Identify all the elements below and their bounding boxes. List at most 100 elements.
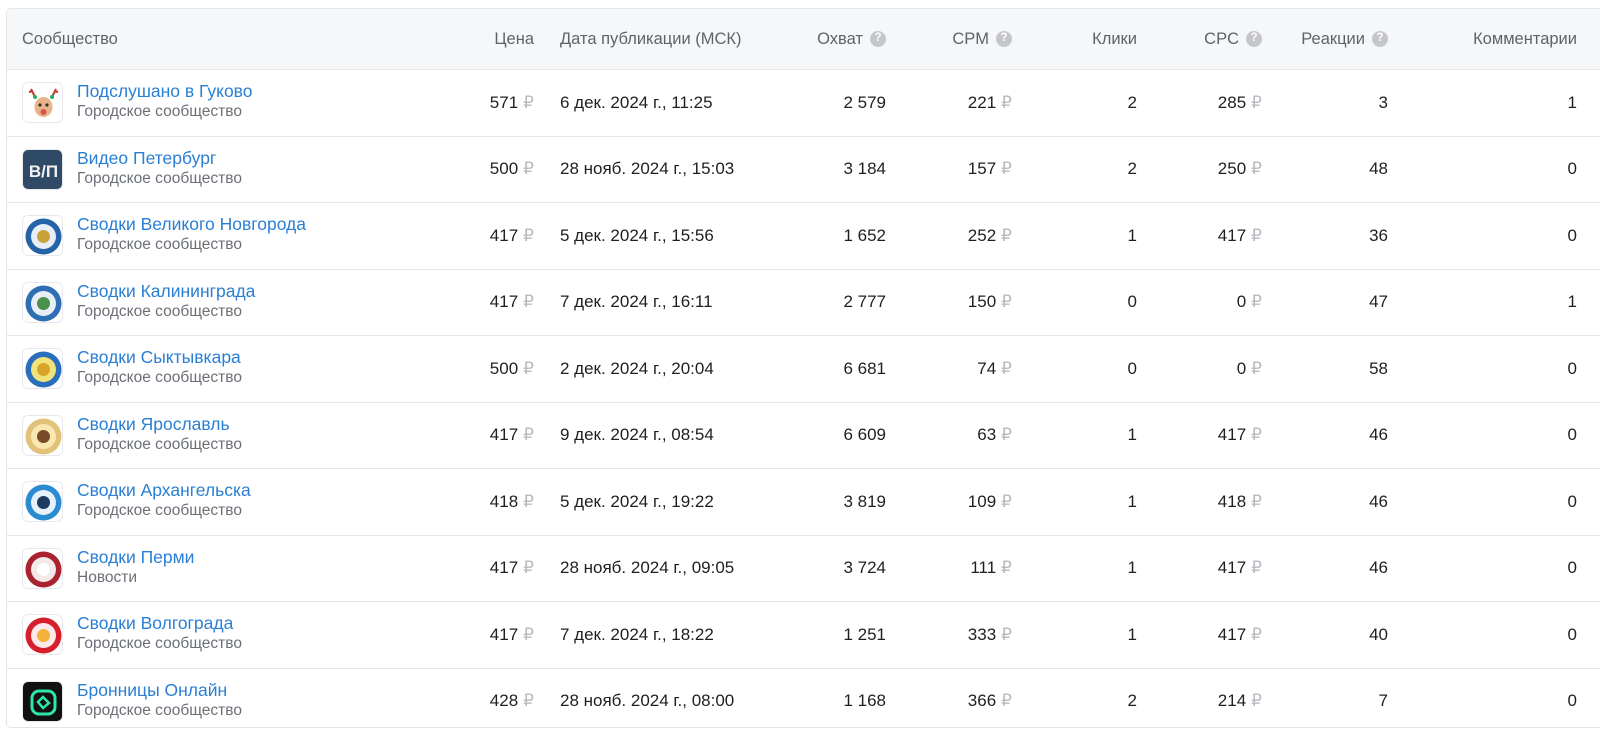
ruble-sign: ₽ <box>1001 292 1012 312</box>
column-header-clicks[interactable]: Клики <box>1092 9 1137 69</box>
community-info: Сводки Архангельска Городское сообщество <box>77 480 251 520</box>
ruble-sign: ₽ <box>1001 624 1012 644</box>
ruble-sign: ₽ <box>1251 691 1262 711</box>
cpc-cell-value: 417 <box>1217 624 1247 644</box>
comments-cell: 1 <box>1567 92 1577 112</box>
community-name-link[interactable]: Сводки Архангельска <box>77 480 251 501</box>
cpm-cell-value: 333 <box>967 624 997 644</box>
community-type: Городское сообщество <box>77 635 242 652</box>
reach-cell: 1 251 <box>843 624 886 644</box>
table-row: Сводки Волгограда Городское сообщество 417… <box>7 601 1600 668</box>
ruble-sign: ₽ <box>523 558 534 578</box>
vestnik-yaroslavl-emblem-icon[interactable] <box>22 414 63 456</box>
clicks-cell: 1 <box>1127 558 1137 578</box>
community-name-link[interactable]: Видео Петербург <box>77 148 242 169</box>
ruble-sign: ₽ <box>523 425 534 445</box>
price-cell-value: 417 <box>489 292 519 312</box>
reactions-cell: 46 <box>1369 425 1388 445</box>
comments-cell: 1 <box>1567 292 1577 312</box>
ruble-sign: ₽ <box>1251 159 1262 179</box>
comments-cell: 0 <box>1567 159 1577 179</box>
publish-date-cell: 2 дек. 2024 г., 20:04 <box>560 358 714 378</box>
cpc-cell: 417 ₽ <box>1218 602 1262 668</box>
community-name-link[interactable]: Сводки Великого Новгорода <box>77 214 306 235</box>
community-name-link[interactable]: Бронницы Онлайн <box>77 680 242 701</box>
column-header-cpc[interactable]: CPC ? <box>1204 9 1262 69</box>
vestnik-syktyvkar-emblem-icon[interactable] <box>22 348 63 389</box>
cpc-cell: 417 ₽ <box>1218 403 1262 469</box>
column-header-comments[interactable]: Комментарии <box>1473 9 1577 69</box>
vestnik-novgorod-emblem-icon[interactable] <box>22 215 63 256</box>
community-type: Городское сообщество <box>77 502 242 519</box>
cpc-cell: 417 ₽ <box>1218 203 1262 269</box>
community-name-link[interactable]: Подслушано в Гуково <box>77 81 253 102</box>
comments-cell: 0 <box>1567 691 1577 711</box>
deer-avatar-icon[interactable] <box>22 82 63 123</box>
cpm-cell-value: 157 <box>967 159 997 179</box>
reach-cell: 6 609 <box>843 425 886 445</box>
community-name-link[interactable]: Сводки Перми <box>77 547 194 568</box>
ruble-sign: ₽ <box>1001 159 1012 179</box>
ruble-sign: ₽ <box>1251 624 1262 644</box>
reach-cell: 3 184 <box>843 159 886 179</box>
publish-date-cell: 7 дек. 2024 г., 18:22 <box>560 624 714 644</box>
cpc-cell-value: 417 <box>1217 425 1247 445</box>
ruble-sign: ₽ <box>1251 225 1262 245</box>
ruble-sign: ₽ <box>1251 558 1262 578</box>
column-header-reactions[interactable]: Реакции ? <box>1301 9 1388 69</box>
vp-logo-icon[interactable]: В/П <box>22 148 63 190</box>
price-cell-value: 417 <box>489 558 519 578</box>
vestnik-kaliningrad-emblem-icon[interactable] <box>22 281 63 323</box>
column-header-reactions-label: Реакции <box>1301 29 1365 48</box>
column-header-date[interactable]: Дата публикации (МСК) <box>560 9 742 69</box>
reactions-cell: 46 <box>1369 558 1388 578</box>
cpm-cell: 150 ₽ <box>968 270 1012 336</box>
table-body: Подслушано в Гуково Городское сообщество 5… <box>7 69 1600 728</box>
vestnik-volgograd-emblem-icon[interactable] <box>22 614 63 655</box>
cpc-cell-value: 0 <box>1236 292 1247 312</box>
help-icon[interactable]: ? <box>996 31 1012 47</box>
community-name-link[interactable]: Сводки Ярославль <box>77 414 242 435</box>
comments-cell: 0 <box>1567 358 1577 378</box>
cpm-cell: 157 ₽ <box>968 137 1012 203</box>
help-icon[interactable]: ? <box>870 31 886 47</box>
community-type: Городское сообщество <box>77 701 242 719</box>
vestnik-arkhangelsk-emblem-icon[interactable] <box>22 481 63 522</box>
cpm-cell: 74 ₽ <box>977 336 1012 402</box>
cpm-cell: 221 ₽ <box>968 70 1012 136</box>
community-info: Сводки Перми Новости <box>77 547 194 587</box>
column-header-reach[interactable]: Охват ? <box>817 9 886 69</box>
community-name-link[interactable]: Сводки Сыктывкара <box>77 347 242 368</box>
ruble-sign: ₽ <box>1001 225 1012 245</box>
ruble-sign: ₽ <box>1251 358 1262 378</box>
reach-cell: 2 579 <box>843 92 886 112</box>
cpc-cell: 0 ₽ <box>1237 336 1262 402</box>
cpm-cell-value: 366 <box>967 691 997 711</box>
reactions-cell: 3 <box>1378 92 1388 112</box>
cpc-cell: 214 ₽ <box>1218 669 1262 728</box>
clicks-cell: 2 <box>1127 159 1137 179</box>
ruble-sign: ₽ <box>523 92 534 112</box>
publish-date-cell: 5 дек. 2024 г., 15:56 <box>560 225 714 245</box>
comments-cell: 0 <box>1567 491 1577 511</box>
help-icon[interactable]: ? <box>1246 31 1262 47</box>
cpm-cell: 252 ₽ <box>968 203 1012 269</box>
ruble-sign: ₽ <box>1001 92 1012 112</box>
column-header-community[interactable]: Сообщество <box>22 9 118 69</box>
clicks-cell: 2 <box>1127 92 1137 112</box>
community-name-link[interactable]: Сводки Калининграда <box>77 281 255 302</box>
cpc-cell-value: 417 <box>1217 558 1247 578</box>
column-header-cpm[interactable]: CPM ? <box>952 9 1012 69</box>
clicks-cell: 1 <box>1127 624 1137 644</box>
bronnitsy-online-logo-icon[interactable] <box>22 680 63 722</box>
price-cell: 500 ₽ <box>490 137 534 203</box>
ruble-sign: ₽ <box>1001 691 1012 711</box>
reactions-cell: 40 <box>1369 624 1388 644</box>
help-icon[interactable]: ? <box>1372 31 1388 47</box>
vestnik-perm-emblem-icon[interactable] <box>22 547 63 589</box>
price-cell: 428 ₽ <box>490 669 534 728</box>
community-type: Новости <box>77 568 138 586</box>
community-name-link[interactable]: Сводки Волгограда <box>77 613 242 634</box>
column-header-price[interactable]: Цена <box>494 9 534 69</box>
price-cell-value: 571 <box>489 92 519 112</box>
